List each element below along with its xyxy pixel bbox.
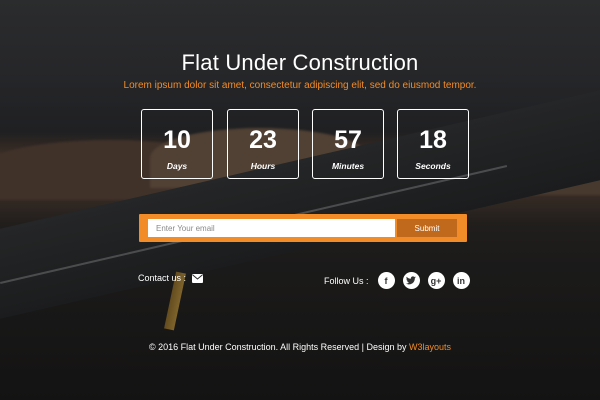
subscribe-form: Submit [139,214,467,242]
countdown-seconds-value: 18 [419,126,447,154]
email-input[interactable] [148,219,395,237]
countdown-days-label: Days [166,161,188,171]
countdown-days-value: 10 [163,126,191,154]
footer: © 2016 Flat Under Construction. All Righ… [0,342,600,352]
contact-us: Contact us : [138,273,204,283]
countdown-seconds: 18 Seconds [397,109,469,179]
twitter-icon[interactable] [402,272,420,289]
countdown-minutes: 57 Minutes [312,109,384,179]
page-title: Flat Under Construction [181,50,419,75]
google-plus-icon[interactable]: g+ [427,272,445,289]
submit-button[interactable]: Submit [397,219,457,237]
follow-us: Follow Us : f g+ in [324,272,470,289]
countdown-seconds-label: Seconds [415,161,451,171]
linkedin-icon[interactable]: in [452,272,470,289]
countdown-timer: 10 Days 23 Hours 57 Minutes 18 Seconds [141,109,471,179]
envelope-icon[interactable] [192,273,204,283]
countdown-minutes-label: Minutes [331,161,365,171]
footer-brand-link[interactable]: W3layouts [409,342,451,352]
countdown-hours-label: Hours [250,161,276,171]
countdown-hours-value: 23 [249,126,277,154]
facebook-icon[interactable]: f [377,272,395,289]
countdown-days: 10 Days [141,109,213,179]
contact-us-label: Contact us : [138,273,187,283]
countdown-hours: 23 Hours [227,109,299,179]
follow-us-label: Follow Us : [324,275,369,286]
countdown-minutes-value: 57 [334,126,362,154]
footer-copyright: © 2016 Flat Under Construction. All Righ… [148,342,410,352]
page-subtitle: Lorem ipsum dolor sit amet, consectetur … [123,80,477,91]
page-content: Flat Under Construction Lorem ipsum dolo… [0,0,600,400]
